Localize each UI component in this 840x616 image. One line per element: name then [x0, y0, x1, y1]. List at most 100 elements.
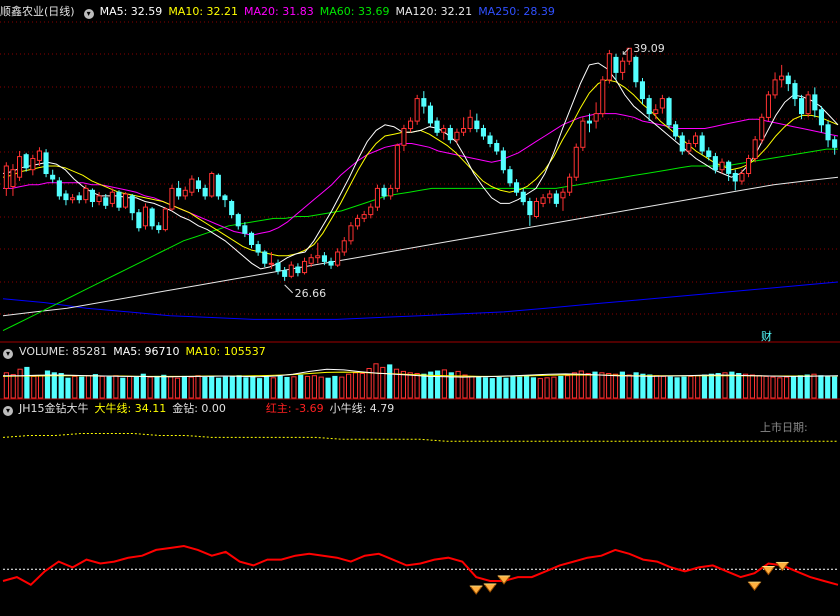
- volume-bar: [65, 377, 71, 399]
- candle: [381, 187, 387, 197]
- candle: [50, 174, 56, 180]
- chevron-down-icon[interactable]: ▾: [83, 9, 94, 19]
- candle: [355, 217, 361, 227]
- volume-bar: [257, 378, 263, 399]
- candle: [580, 120, 586, 148]
- volume-bar: [797, 375, 803, 399]
- candle: [547, 193, 553, 199]
- volume-bar: [722, 372, 728, 399]
- candle: [427, 105, 433, 124]
- chevron-down-icon[interactable]: ▾: [3, 349, 13, 359]
- volume-bar: [195, 375, 201, 399]
- volume-bar: [811, 373, 817, 399]
- candle: [222, 195, 228, 201]
- volume-bar: [352, 372, 359, 399]
- candle: [123, 193, 129, 208]
- volume-bar: [469, 375, 475, 399]
- volume-bar: [17, 368, 23, 399]
- volume-bar: [291, 376, 297, 399]
- volume-bar: [229, 375, 235, 399]
- volume-bar: [414, 373, 420, 399]
- volume-bar: [804, 374, 810, 399]
- volume-bar: [147, 376, 153, 399]
- candle: [706, 150, 712, 158]
- gold-diamond-icon: [469, 585, 484, 595]
- volume-bar: [654, 375, 660, 399]
- volume-header: ▾ VOLUME: 85281 MA5: 96710 MA10: 105537: [0, 344, 272, 360]
- candle: [633, 56, 639, 83]
- volume-bar: [325, 377, 331, 399]
- ma5-label: MA5: 32.59: [99, 5, 163, 18]
- candle: [712, 156, 718, 171]
- candle: [414, 98, 420, 122]
- gold-diamond-icon: [761, 566, 776, 576]
- candle: [719, 161, 725, 171]
- volume-bar: [626, 374, 632, 399]
- candle: [189, 178, 195, 193]
- volume-bar: [387, 364, 393, 399]
- volume-bar: [58, 373, 64, 399]
- candle: [408, 120, 414, 130]
- candle: [421, 98, 427, 107]
- candle: [679, 135, 685, 152]
- volume-bar: [243, 377, 249, 399]
- volume-bar: [298, 374, 304, 399]
- candle: [686, 143, 692, 152]
- candle: [176, 187, 182, 197]
- volume-bar: [681, 376, 687, 399]
- candle: [560, 191, 566, 199]
- volume-bar: [106, 376, 112, 399]
- volume-bar: [270, 377, 276, 399]
- candle: [242, 225, 248, 234]
- candle: [83, 187, 89, 201]
- candle: [639, 81, 646, 100]
- volume-bar: [756, 375, 762, 399]
- gold-diamond-label: 金钻: 0.00: [172, 402, 226, 415]
- candle: [520, 191, 526, 203]
- volume-bar: [667, 376, 673, 399]
- volume-bar: [127, 375, 133, 399]
- ma60-line: [2, 148, 838, 332]
- volume-bar: [832, 376, 838, 399]
- candle: [295, 266, 301, 274]
- volume-bar: [10, 374, 16, 399]
- red-main-label: 红主: -3.69: [265, 402, 324, 415]
- volume-bar: [85, 375, 92, 399]
- candle: [593, 113, 599, 122]
- low-pointer: [284, 284, 294, 294]
- volume-bar: [674, 377, 680, 399]
- finance-marker: 财: [761, 329, 772, 343]
- candle: [514, 182, 520, 193]
- candle: [646, 98, 652, 115]
- candle: [341, 240, 347, 253]
- candle: [76, 195, 82, 201]
- candle: [447, 128, 453, 141]
- candle: [739, 173, 745, 182]
- candle: [235, 214, 241, 227]
- volume-bar: [133, 377, 140, 399]
- candle: [288, 264, 294, 277]
- volume-bar: [524, 375, 530, 399]
- candle: [149, 208, 155, 227]
- red-main-line: [2, 544, 839, 587]
- volume-bar: [496, 377, 502, 399]
- candle: [63, 193, 69, 201]
- candle: [600, 79, 606, 115]
- candle: [229, 201, 235, 216]
- volume-bar: [161, 374, 167, 399]
- candle: [620, 60, 626, 73]
- chevron-down-icon[interactable]: ▾: [3, 406, 13, 416]
- volume-bar: [537, 378, 543, 399]
- volume-bar: [236, 375, 242, 399]
- candle: [388, 187, 394, 197]
- small-bull-label: 小牛线: 4.79: [329, 402, 395, 415]
- candle: [785, 75, 791, 85]
- volume-bar: [749, 374, 755, 399]
- volume-bar: [24, 366, 30, 399]
- candle: [461, 128, 467, 133]
- volume-bar: [489, 378, 495, 399]
- candle: [454, 131, 460, 141]
- big-bull-line: [2, 433, 838, 442]
- volume-bar: [332, 375, 338, 399]
- candle: [772, 79, 778, 96]
